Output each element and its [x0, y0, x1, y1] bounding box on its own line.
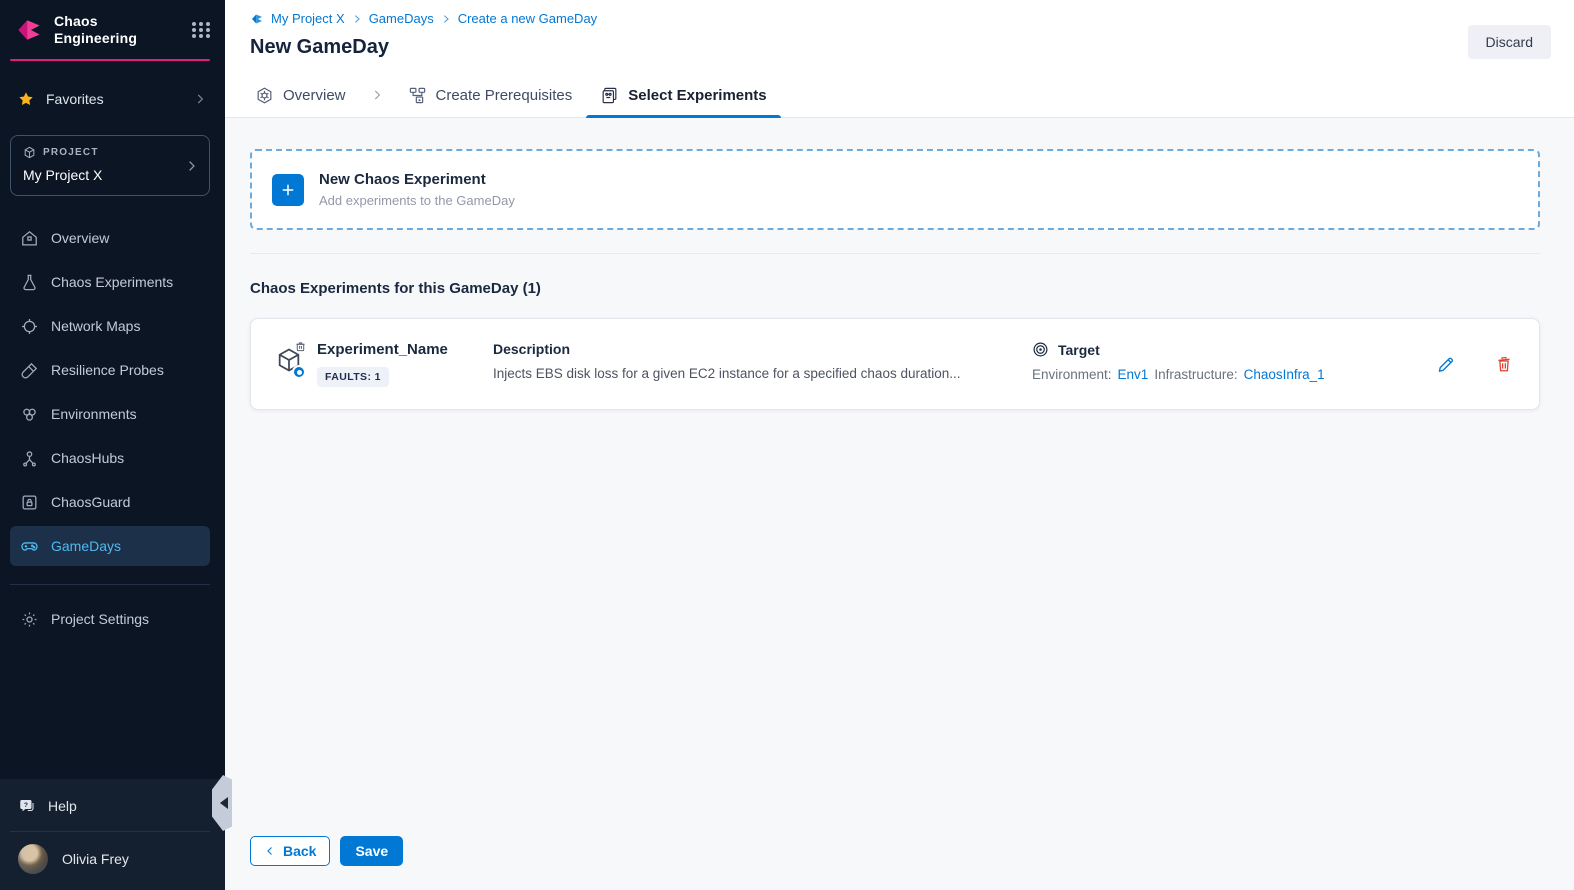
module-grid-icon[interactable] — [192, 22, 211, 38]
home-icon — [20, 229, 39, 248]
chevron-left-icon — [264, 845, 276, 857]
sidebar-item-chaoshubs[interactable]: ChaosHubs — [10, 438, 210, 478]
overview-wheel-icon — [255, 86, 274, 105]
harness-logo-small — [250, 12, 264, 26]
add-experiment-button[interactable] — [272, 174, 304, 206]
breadcrumb-gamedays[interactable]: GameDays — [369, 11, 434, 26]
prerequisites-flow-icon — [408, 86, 427, 105]
svg-text:?: ? — [24, 802, 28, 809]
main-area: My Project X GameDays Create a new GameD… — [225, 0, 1574, 890]
wizard-footer-actions: Back Save — [250, 836, 1540, 866]
project-kicker-label: PROJECT — [43, 147, 99, 158]
user-name: Olivia Frey — [62, 851, 129, 867]
experiment-cube-icon — [275, 341, 317, 374]
delete-experiment-button[interactable] — [1493, 353, 1515, 375]
star-icon — [18, 91, 34, 107]
favorites-label: Favorites — [46, 91, 104, 107]
brand-underline — [10, 59, 210, 61]
breadcrumb-project[interactable]: My Project X — [271, 11, 345, 26]
chevron-right-icon — [370, 88, 384, 102]
pencil-icon — [1436, 355, 1455, 374]
description-label: Description — [493, 341, 1008, 357]
add-experiment-title: New Chaos Experiment — [319, 171, 515, 188]
environments-icon — [20, 405, 39, 424]
edit-experiment-button[interactable] — [1434, 353, 1457, 376]
tab-create-prerequisites[interactable]: Create Prerequisites — [394, 73, 587, 117]
sidebar-item-overview[interactable]: Overview — [10, 218, 210, 258]
experiments-stack-icon — [600, 86, 619, 105]
network-icon — [20, 317, 39, 336]
add-experiment-subtitle: Add experiments to the GameDay — [319, 193, 515, 208]
sidebar-item-environments[interactable]: Environments — [10, 394, 210, 434]
sidebar: Chaos Engineering Favorites PROJECT My P… — [0, 0, 225, 890]
experiment-actions — [1430, 353, 1515, 376]
cube-icon — [23, 146, 36, 159]
tab-content: New Chaos Experiment Add experiments to … — [225, 118, 1574, 890]
project-selector[interactable]: PROJECT My Project X — [10, 135, 210, 196]
sidebar-item-chaos-experiments[interactable]: Chaos Experiments — [10, 262, 210, 302]
plus-icon — [279, 181, 297, 199]
brand-header: Chaos Engineering — [0, 0, 225, 57]
guard-lock-icon — [20, 493, 39, 512]
chevron-right-icon — [193, 92, 207, 106]
page-header: My Project X GameDays Create a new GameD… — [225, 0, 1574, 73]
infrastructure-label: Infrastructure: — [1154, 367, 1237, 382]
sidebar-item-network-maps[interactable]: Network Maps — [10, 306, 210, 346]
content-divider — [250, 253, 1540, 254]
chevron-right-icon — [441, 14, 451, 24]
tab-select-experiments[interactable]: Select Experiments — [586, 73, 780, 117]
environment-label: Environment: — [1032, 367, 1112, 382]
experiment-status-badge — [292, 365, 306, 379]
breadcrumb-create-gameday[interactable]: Create a new GameDay — [458, 11, 597, 26]
hub-icon — [20, 449, 39, 468]
project-name: My Project X — [23, 167, 197, 183]
brand-title: Chaos Engineering — [54, 13, 137, 46]
harness-logo — [14, 15, 44, 45]
add-experiment-text: New Chaos Experiment Add experiments to … — [319, 171, 515, 208]
experiment-mini-badge-icon — [295, 341, 306, 352]
infrastructure-link[interactable]: ChaosInfra_1 — [1244, 367, 1325, 382]
target-label: Target — [1058, 342, 1100, 358]
discard-button[interactable]: Discard — [1468, 25, 1551, 59]
experiment-name-column: Experiment_Name FAULTS: 1 — [317, 341, 493, 387]
help-button[interactable]: ? Help — [0, 781, 225, 831]
probe-icon — [20, 361, 39, 380]
user-avatar — [18, 844, 48, 874]
breadcrumb: My Project X GameDays Create a new GameD… — [250, 11, 1550, 26]
help-chat-icon: ? — [18, 797, 36, 815]
back-button[interactable]: Back — [250, 836, 330, 866]
experiment-target-column: Target Environment: Env1 Infrastructure:… — [1032, 341, 1430, 382]
description-text: Injects EBS disk loss for a given EC2 in… — [493, 366, 1008, 381]
user-profile[interactable]: Olivia Frey — [0, 832, 225, 890]
chevron-right-icon — [184, 158, 199, 173]
sidebar-item-resilience-probes[interactable]: Resilience Probes — [10, 350, 210, 390]
gear-icon — [20, 610, 39, 629]
target-icon — [1032, 341, 1049, 358]
page-title: New GameDay — [250, 36, 1550, 59]
experiment-name: Experiment_Name — [317, 341, 493, 358]
save-button[interactable]: Save — [340, 836, 403, 866]
trash-icon — [1495, 355, 1513, 373]
experiment-card: Experiment_Name FAULTS: 1 Description In… — [250, 318, 1540, 410]
wizard-tabs: Overview Create Prerequisites Select Exp… — [225, 73, 1574, 118]
experiment-description-column: Description Injects EBS disk loss for a … — [493, 341, 1032, 381]
tab-overview[interactable]: Overview — [241, 73, 360, 117]
sidebar-nav: Overview Chaos Experiments Network Maps … — [0, 218, 225, 570]
faults-badge: FAULTS: 1 — [317, 367, 389, 387]
sidebar-item-project-settings[interactable]: Project Settings — [10, 599, 210, 639]
sidebar-item-gamedays[interactable]: GameDays — [10, 526, 210, 566]
sidebar-item-favorites[interactable]: Favorites — [0, 81, 225, 117]
section-title: Chaos Experiments for this GameDay (1) — [250, 280, 1540, 297]
chevron-right-icon — [352, 14, 362, 24]
flask-icon — [20, 273, 39, 292]
new-chaos-experiment-dropzone[interactable]: New Chaos Experiment Add experiments to … — [250, 149, 1540, 230]
environment-link[interactable]: Env1 — [1118, 367, 1149, 382]
sidebar-divider — [10, 584, 210, 585]
sidebar-footer: ? Help Olivia Frey — [0, 779, 225, 890]
sidebar-item-chaosguard[interactable]: ChaosGuard — [10, 482, 210, 522]
gamepad-icon — [20, 537, 39, 556]
